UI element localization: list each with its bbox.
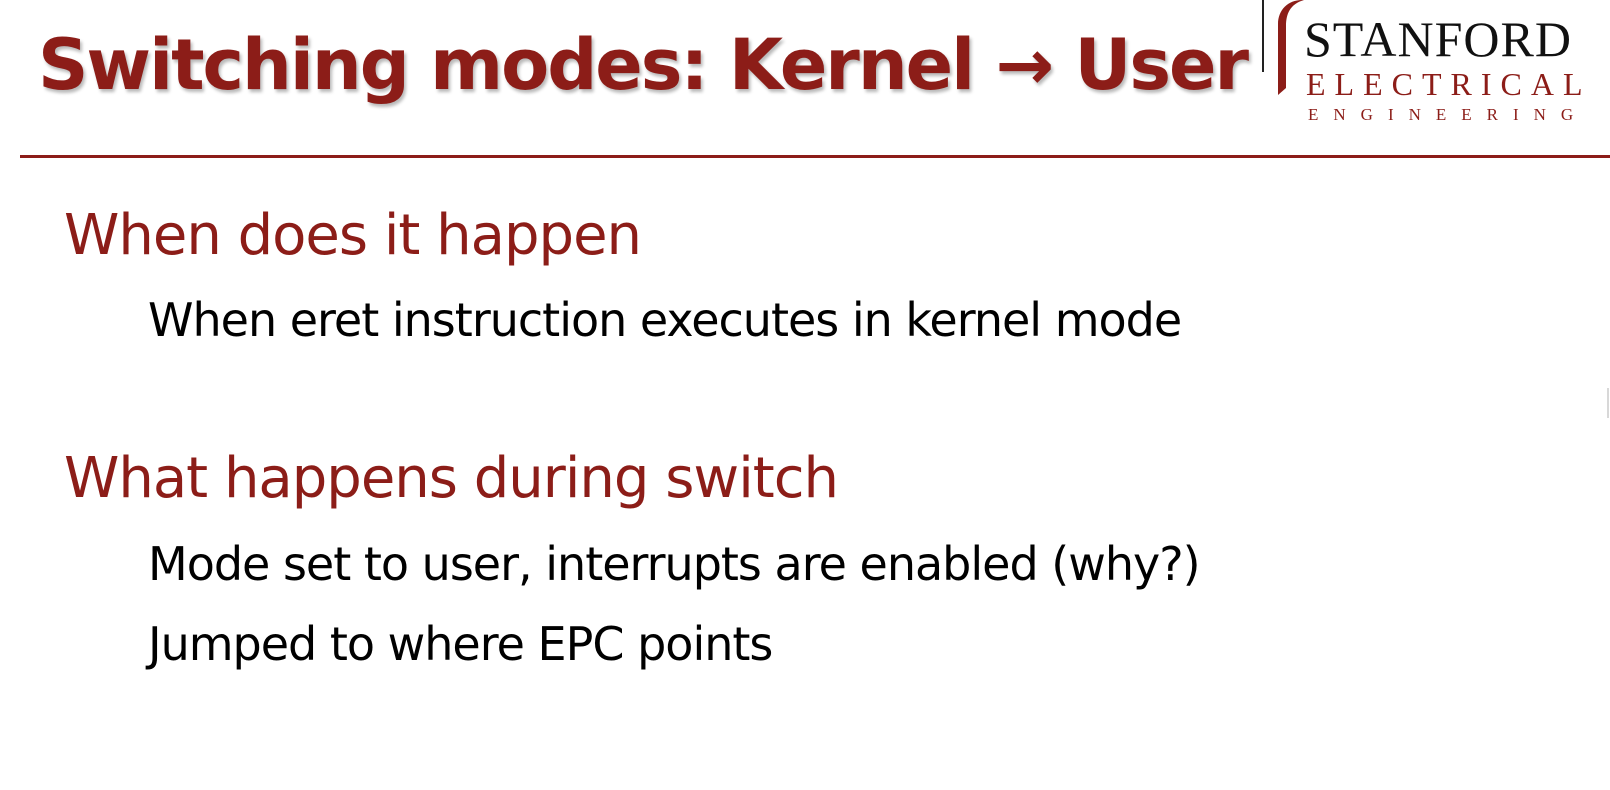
logo-divider-line [1262,0,1264,72]
logo-electrical-text: ELECTRICAL [1306,66,1592,102]
edge-divider [1607,388,1609,418]
section-heading-when: When does it happen [64,203,642,268]
logo-mark-icon [1278,0,1304,95]
logo-engineering-text: ENGINEERING [1308,105,1589,124]
section-heading-what: What happens during switch [64,446,839,511]
bullet-jump-epc: Jumped to where EPC points [148,617,773,671]
slide-title: Switching modes: Kernel → User [38,24,1249,106]
logo-stanford-text: STANFORD [1304,11,1572,67]
title-divider [20,155,1610,158]
bullet-eret: When eret instruction executes in kernel… [148,293,1182,347]
slide: Switching modes: Kernel → User STANFORD … [0,0,1610,790]
stanford-ee-logo: STANFORD ELECTRICAL ENGINEERING [1262,0,1610,130]
bullet-mode-set: Mode set to user, interrupts are enabled… [148,537,1201,591]
